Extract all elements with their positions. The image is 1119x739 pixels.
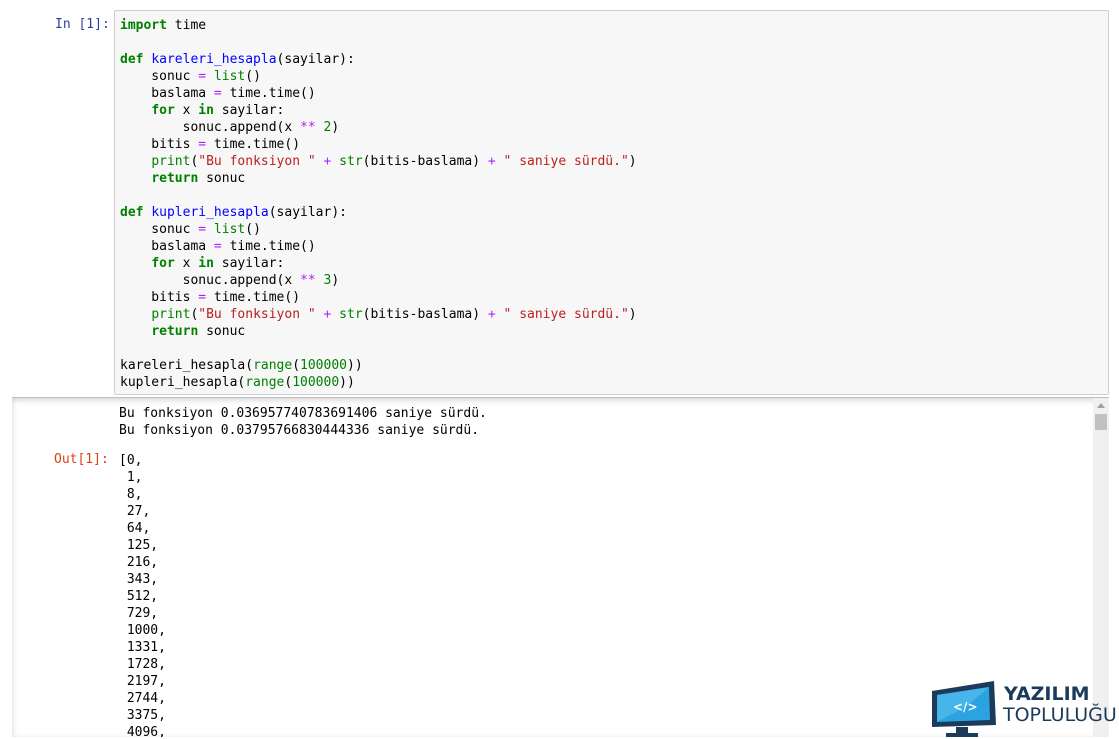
output-list-item: 3375, (119, 708, 166, 723)
watermark-line2: TOPLULUĞU (1003, 704, 1117, 726)
scroll-up-arrow-icon[interactable] (1093, 398, 1109, 412)
output-prompt: Out[1]: (54, 452, 109, 467)
output-list-item: 2197, (119, 674, 166, 689)
output-list-item: 1728, (119, 657, 166, 672)
stdout-line: Bu fonksiyon 0.036957740783691406 saniye… (119, 406, 487, 421)
output-list-item: 343, (119, 572, 159, 587)
output-list-item: 8, (119, 487, 143, 502)
output-list-item: 1, (119, 470, 143, 485)
output-list-item: 1000, (119, 623, 166, 638)
code-cell-input[interactable]: import time def kareleri_hesapla(sayilar… (114, 10, 1109, 395)
output-list-item: 2744, (119, 691, 166, 706)
watermark-logo: </> YAZILIM TOPLULUĞU (926, 677, 1119, 739)
input-prompt: In [1]: (55, 17, 110, 32)
svg-text:</>: </> (953, 700, 978, 714)
output-list-item: 729, (119, 606, 159, 621)
output-list-item: [0, (119, 453, 143, 468)
output-list-item: 125, (119, 538, 159, 553)
output-list-item: 64, (119, 521, 151, 536)
code-editor[interactable]: import time def kareleri_hesapla(sayilar… (120, 17, 637, 391)
stdout-stream: Bu fonksiyon 0.036957740783691406 saniye… (119, 405, 487, 439)
output-list-item: 1331, (119, 640, 166, 655)
output-list-item: 4096, (119, 725, 166, 737)
output-result-list: [0, 1, 8, 27, 64, 125, 216, 343, 512, 72… (119, 452, 166, 737)
watermark-line1: YAZILIM (1004, 683, 1090, 705)
stdout-line: Bu fonksiyon 0.03795766830444336 saniye … (119, 423, 480, 438)
output-list-item: 27, (119, 504, 151, 519)
notebook-page: In [1]: import time def kareleri_hesapla… (0, 0, 1119, 739)
scrollbar-thumb[interactable] (1095, 414, 1107, 430)
output-list-item: 512, (119, 589, 159, 604)
monitor-logo-icon: </> (932, 681, 996, 737)
output-list-item: 216, (119, 555, 159, 570)
